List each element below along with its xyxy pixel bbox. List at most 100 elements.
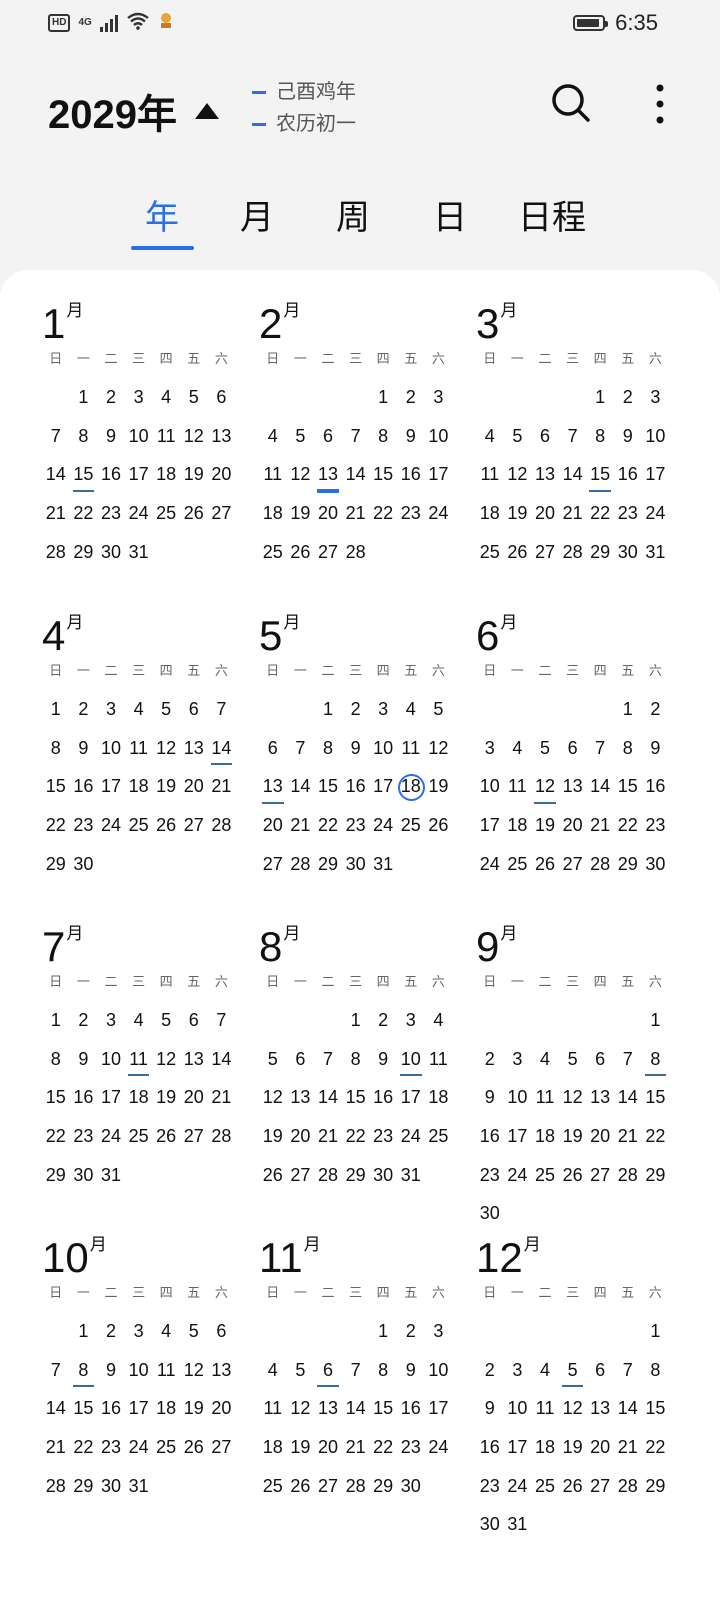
day-cell[interactable]: 19 xyxy=(180,455,208,494)
day-cell[interactable]: 11 xyxy=(125,1040,153,1079)
day-cell[interactable]: 12 xyxy=(152,729,180,768)
day-cell[interactable]: 10 xyxy=(397,1040,425,1079)
day-cell[interactable]: 4 xyxy=(125,1001,153,1040)
day-cell[interactable]: 29 xyxy=(314,845,342,884)
day-cell[interactable]: 18 xyxy=(531,1428,559,1467)
day-cell[interactable]: 31 xyxy=(504,1505,532,1544)
day-cell[interactable]: 26 xyxy=(504,533,532,572)
day-cell[interactable]: 11 xyxy=(476,455,504,494)
day-cell[interactable]: 16 xyxy=(342,767,370,806)
day-cell[interactable]: 11 xyxy=(152,1351,180,1390)
day-cell[interactable]: 17 xyxy=(425,1389,453,1428)
day-cell[interactable]: 15 xyxy=(369,1389,397,1428)
day-cell[interactable]: 8 xyxy=(369,417,397,456)
day-cell[interactable]: 26 xyxy=(287,1467,315,1506)
day-cell[interactable]: 21 xyxy=(559,494,587,533)
day-cell[interactable]: 25 xyxy=(504,845,532,884)
day-cell[interactable]: 23 xyxy=(97,494,125,533)
day-cell[interactable]: 20 xyxy=(559,806,587,845)
day-cell[interactable]: 13 xyxy=(180,729,208,768)
day-cell[interactable]: 20 xyxy=(208,455,236,494)
day-cell[interactable]: 8 xyxy=(70,417,98,456)
day-cell[interactable]: 3 xyxy=(425,378,453,417)
day-cell[interactable]: 24 xyxy=(504,1467,532,1506)
day-cell[interactable]: 30 xyxy=(369,1156,397,1195)
day-cell[interactable]: 11 xyxy=(125,729,153,768)
day-cell[interactable]: 11 xyxy=(397,729,425,768)
day-cell[interactable]: 3 xyxy=(369,690,397,729)
day-cell[interactable]: 9 xyxy=(342,729,370,768)
day-cell[interactable]: 11 xyxy=(504,767,532,806)
day-cell[interactable]: 9 xyxy=(642,729,670,768)
day-cell[interactable]: 28 xyxy=(314,1156,342,1195)
day-cell[interactable]: 27 xyxy=(531,533,559,572)
day-cell[interactable]: 10 xyxy=(97,729,125,768)
day-cell[interactable]: 12 xyxy=(180,1351,208,1390)
day-cell[interactable]: 10 xyxy=(369,729,397,768)
day-cell[interactable]: 15 xyxy=(42,767,70,806)
day-cell[interactable]: 10 xyxy=(504,1389,532,1428)
day-cell[interactable]: 26 xyxy=(559,1467,587,1506)
day-cell[interactable]: 1 xyxy=(342,1001,370,1040)
day-cell[interactable]: 26 xyxy=(287,533,315,572)
day-cell[interactable]: 7 xyxy=(586,729,614,768)
day-cell[interactable]: 18 xyxy=(152,455,180,494)
day-cell[interactable]: 16 xyxy=(642,767,670,806)
day-cell[interactable]: 4 xyxy=(152,1312,180,1351)
day-cell[interactable]: 16 xyxy=(397,455,425,494)
day-cell[interactable]: 8 xyxy=(369,1351,397,1390)
day-cell[interactable]: 21 xyxy=(287,806,315,845)
day-cell[interactable]: 16 xyxy=(70,1078,98,1117)
day-cell[interactable]: 23 xyxy=(369,1117,397,1156)
day-cell[interactable]: 5 xyxy=(259,1040,287,1079)
day-cell[interactable]: 15 xyxy=(614,767,642,806)
day-cell[interactable]: 27 xyxy=(259,845,287,884)
day-cell[interactable]: 13 xyxy=(314,455,342,494)
day-cell[interactable]: 28 xyxy=(586,845,614,884)
day-cell[interactable]: 13 xyxy=(287,1078,315,1117)
day-cell[interactable]: 2 xyxy=(614,378,642,417)
day-cell[interactable]: 12 xyxy=(531,767,559,806)
day-cell[interactable]: 7 xyxy=(614,1040,642,1079)
day-cell[interactable]: 11 xyxy=(259,455,287,494)
day-cell[interactable]: 3 xyxy=(97,690,125,729)
day-cell[interactable]: 6 xyxy=(314,417,342,456)
day-cell[interactable]: 22 xyxy=(369,494,397,533)
day-cell[interactable]: 9 xyxy=(476,1389,504,1428)
day-cell[interactable]: 28 xyxy=(208,806,236,845)
day-cell[interactable]: 19 xyxy=(287,494,315,533)
day-cell[interactable]: 15 xyxy=(586,455,614,494)
day-cell[interactable]: 10 xyxy=(476,767,504,806)
day-cell[interactable]: 30 xyxy=(70,845,98,884)
day-cell[interactable]: 2 xyxy=(70,1001,98,1040)
day-cell[interactable]: 1 xyxy=(642,1001,670,1040)
day-cell[interactable]: 4 xyxy=(531,1040,559,1079)
day-cell[interactable]: 1 xyxy=(369,1312,397,1351)
day-cell[interactable]: 24 xyxy=(425,1428,453,1467)
day-cell[interactable]: 4 xyxy=(531,1351,559,1390)
day-cell[interactable]: 14 xyxy=(208,729,236,768)
day-cell[interactable]: 23 xyxy=(342,806,370,845)
day-cell[interactable]: 29 xyxy=(70,1467,98,1506)
day-cell[interactable]: 2 xyxy=(397,378,425,417)
day-cell[interactable]: 7 xyxy=(287,729,315,768)
day-cell[interactable]: 9 xyxy=(97,417,125,456)
day-cell[interactable]: 13 xyxy=(208,1351,236,1390)
day-cell[interactable]: 20 xyxy=(208,1389,236,1428)
today-cell[interactable]: 18 xyxy=(397,767,425,806)
day-cell[interactable]: 15 xyxy=(369,455,397,494)
day-cell[interactable]: 4 xyxy=(259,1351,287,1390)
day-cell[interactable]: 21 xyxy=(314,1117,342,1156)
day-cell[interactable]: 1 xyxy=(614,690,642,729)
day-cell[interactable]: 3 xyxy=(125,378,153,417)
day-cell[interactable]: 31 xyxy=(369,845,397,884)
day-cell[interactable]: 2 xyxy=(369,1001,397,1040)
tab-week[interactable]: 周 xyxy=(336,190,370,239)
day-cell[interactable]: 27 xyxy=(586,1467,614,1506)
day-cell[interactable]: 12 xyxy=(152,1040,180,1079)
day-cell[interactable]: 27 xyxy=(208,1428,236,1467)
day-cell[interactable]: 27 xyxy=(314,1467,342,1506)
day-cell[interactable]: 19 xyxy=(559,1117,587,1156)
day-cell[interactable]: 15 xyxy=(314,767,342,806)
day-cell[interactable]: 20 xyxy=(314,494,342,533)
